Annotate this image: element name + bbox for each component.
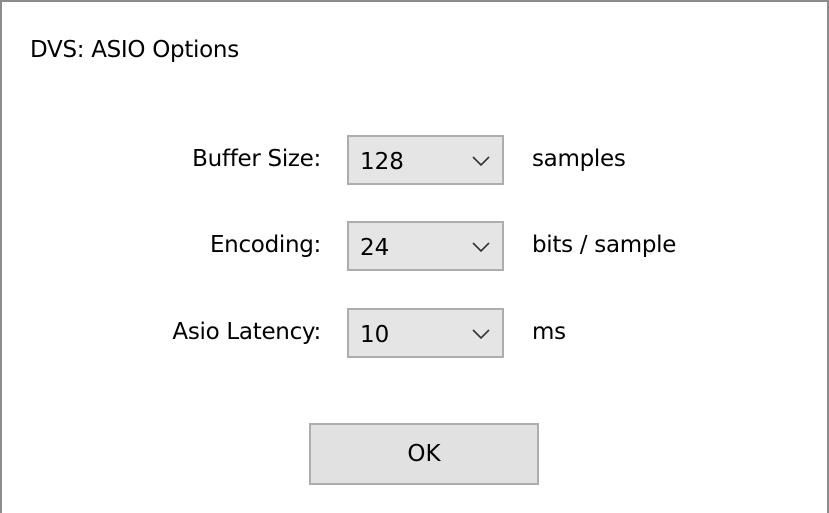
buffer-size-unit: samples xyxy=(532,146,626,172)
chevron-down-icon xyxy=(472,329,490,340)
chevron-down-icon xyxy=(472,242,490,253)
buffer-size-label: Buffer Size: xyxy=(192,146,321,172)
asio-latency-label: Asio Latency: xyxy=(172,319,321,345)
chevron-down-icon xyxy=(472,156,490,167)
buffer-size-row: Buffer Size: 128 samples xyxy=(2,135,829,185)
encoding-unit: bits / sample xyxy=(532,232,677,258)
asio-latency-unit: ms xyxy=(532,319,566,345)
asio-latency-value: 10 xyxy=(360,322,390,348)
asio-latency-dropdown[interactable]: 10 xyxy=(347,308,504,358)
ok-button[interactable]: OK xyxy=(309,423,539,485)
asio-latency-row: Asio Latency: 10 ms xyxy=(2,308,829,358)
encoding-dropdown[interactable]: 24 xyxy=(347,221,504,271)
buffer-size-value: 128 xyxy=(360,149,404,175)
encoding-value: 24 xyxy=(360,235,390,261)
encoding-row: Encoding: 24 bits / sample xyxy=(2,221,829,271)
asio-options-dialog: DVS: ASIO Options Buffer Size: 128 sampl… xyxy=(0,0,829,513)
encoding-label: Encoding: xyxy=(209,232,321,258)
dialog-title: DVS: ASIO Options xyxy=(30,37,239,63)
buffer-size-dropdown[interactable]: 128 xyxy=(347,135,504,185)
